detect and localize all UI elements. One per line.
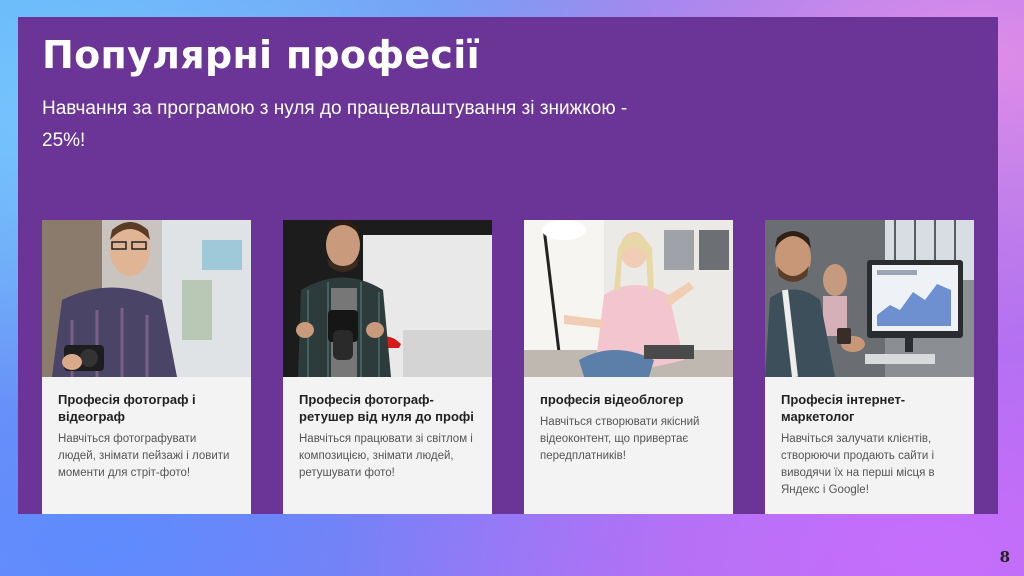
card-title[interactable]: Професія фотограф і відеограф — [58, 391, 235, 425]
profession-card-photographer[interactable]: Професія фотограф і відеограф Навчіться … — [42, 220, 251, 514]
card-title[interactable]: Професія інтернет-маркетолог — [781, 391, 958, 425]
profession-card-marketer[interactable]: Професія інтернет-маркетолог Навчіться з… — [765, 220, 974, 514]
card-description: Навчіться залучати клієнтів, створюючи п… — [781, 433, 935, 496]
man-at-computer-photo — [765, 220, 974, 377]
profession-card-retoucher[interactable]: Професія фотограф-ретушер від нуля до пр… — [283, 220, 492, 514]
photographer-with-camera-photo — [42, 220, 251, 377]
slide-title: Популярні професії — [42, 33, 480, 77]
profession-card-videoblogger[interactable]: професія відеоблогер Навчіться створюват… — [524, 220, 733, 514]
photographer-in-studio-photo — [283, 220, 492, 377]
page-number: 8 — [999, 548, 1010, 566]
content-panel: Популярні професії Навчання за програмою… — [18, 17, 998, 514]
card-description: Навчіться фотографувати людей, знімати п… — [58, 433, 230, 479]
card-description: Навчіться створювати якісний відеоконтен… — [540, 416, 700, 462]
woman-video-blogger-photo — [524, 220, 733, 377]
card-title[interactable]: Професія фотограф-ретушер від нуля до пр… — [299, 391, 476, 425]
card-title[interactable]: професія відеоблогер — [540, 391, 717, 408]
slide-subtitle: Навчання за програмою з нуля до працевла… — [42, 98, 628, 151]
card-description: Навчіться працювати зі світлом і компози… — [299, 433, 473, 479]
